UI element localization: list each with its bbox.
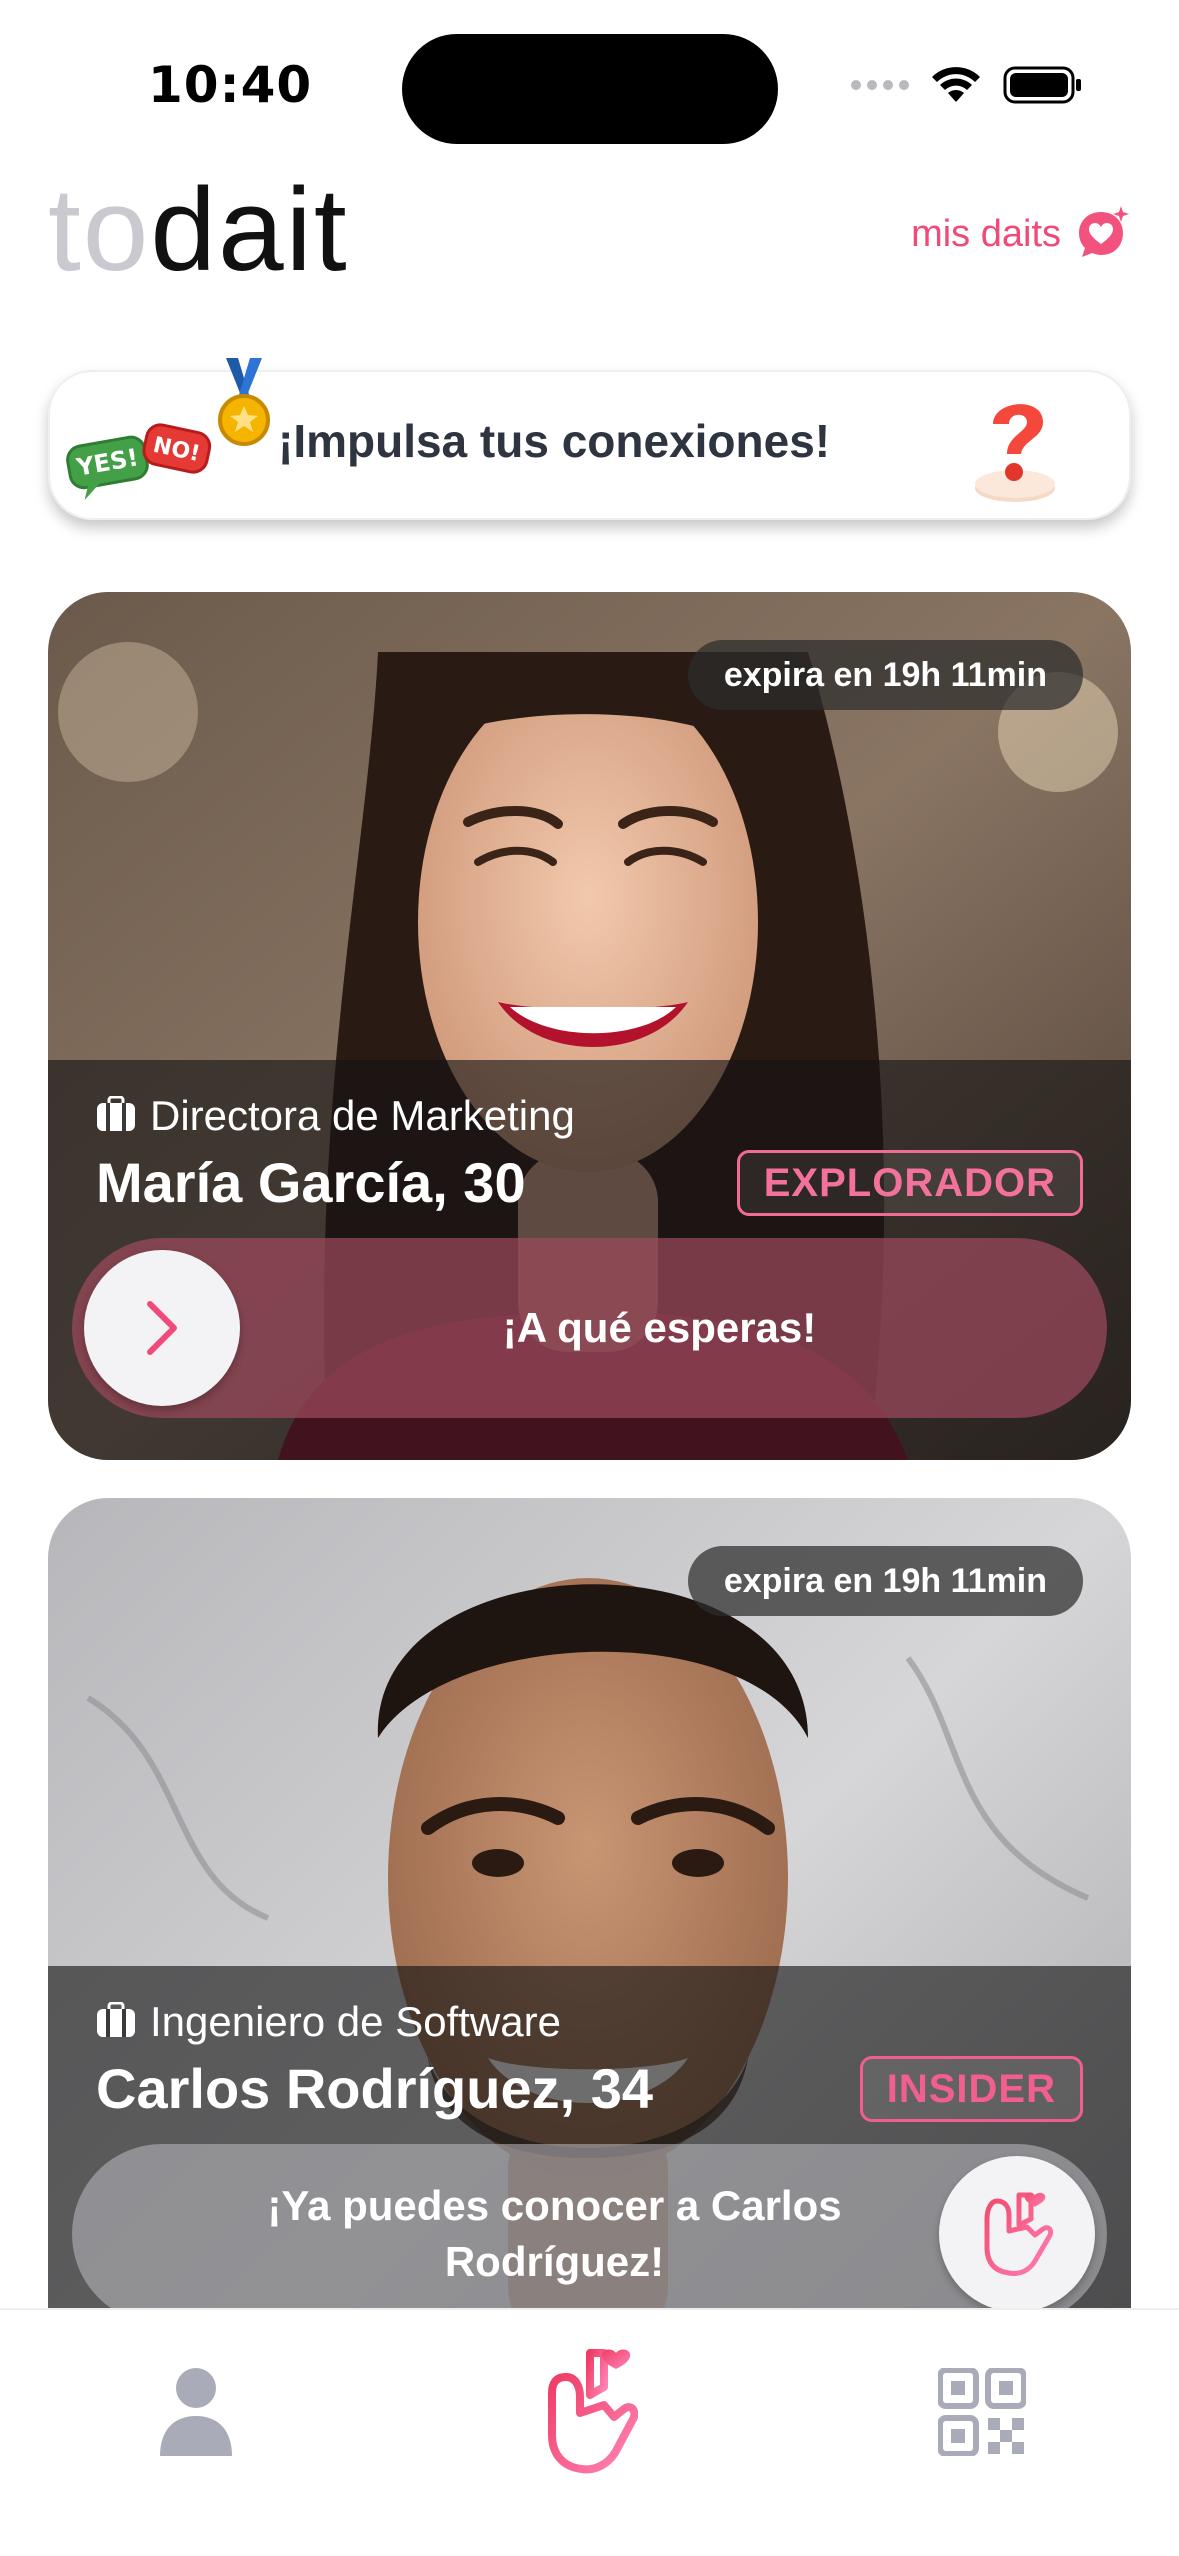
logo-part-dait: dait <box>150 164 349 296</box>
profile-name: Carlos Rodríguez, 34 <box>96 2057 654 2120</box>
swipe-action-slider[interactable]: ¡A qué esperas! <box>72 1238 1107 1418</box>
meet-action-slider[interactable]: ¡Ya puedes conocer a Carlos Rodríguez! <box>72 2144 1107 2324</box>
status-icons <box>851 66 1083 104</box>
battery-icon <box>1003 66 1083 104</box>
bottom-tab-bar <box>0 2308 1179 2556</box>
briefcase-icon <box>96 1095 136 1136</box>
finger-heart-icon <box>548 2349 638 2474</box>
slider-label: ¡Ya puedes conocer a Carlos Rodríguez! <box>267 2182 842 2285</box>
role-row: Directora de Marketing <box>96 1092 575 1140</box>
level-badge: EXPLORADOR <box>736 1150 1083 1216</box>
slider-label: ¡A qué esperas! <box>502 1304 817 1351</box>
tab-profile[interactable] <box>126 2342 266 2482</box>
role-text: Ingeniero de Software <box>150 1998 561 2045</box>
profile-card[interactable]: expira en 19h 11min Directora de Marketi… <box>48 592 1131 1460</box>
status-time: 10:40 <box>148 56 313 114</box>
heart-chat-sparkle-icon <box>1075 204 1131 264</box>
slider-knob[interactable] <box>939 2156 1095 2312</box>
yes-no-bubbles-icon: YES! NO! <box>64 420 214 504</box>
profile-name: María García, 30 <box>96 1151 526 1214</box>
medal-icon <box>208 358 280 458</box>
role-row: Ingeniero de Software <box>96 1998 561 2046</box>
expiry-badge: expira en 19h 11min <box>687 1546 1083 1616</box>
finger-heart-icon <box>984 2192 1054 2276</box>
mis-daits-label: mis daits <box>911 212 1061 255</box>
level-badge: INSIDER <box>859 2056 1083 2122</box>
logo-part-to: to <box>48 164 151 296</box>
tab-daits[interactable] <box>520 2342 660 2482</box>
status-bar: 10:40 <box>0 0 1179 160</box>
todait-logo: todait <box>48 170 349 290</box>
chevron-right-icon <box>147 1301 177 1355</box>
briefcase-icon <box>96 2001 136 2042</box>
dynamic-island <box>402 34 778 144</box>
mis-daits-button[interactable]: mis daits <box>911 204 1131 264</box>
qr-code-icon <box>938 2368 1026 2456</box>
wifi-icon <box>931 66 981 104</box>
question-mark-icon <box>963 388 1073 512</box>
tab-qr-code[interactable] <box>912 2342 1052 2482</box>
app-header: todait mis daits <box>48 170 1131 290</box>
boost-banner-text: ¡Impulsa tus conexiones! <box>278 415 831 467</box>
expiry-badge: expira en 19h 11min <box>687 640 1083 710</box>
cellular-signal-icon <box>851 80 909 90</box>
person-icon <box>160 2368 232 2456</box>
role-text: Directora de Marketing <box>150 1092 575 1139</box>
slider-knob[interactable] <box>84 1250 240 1406</box>
boost-connections-banner[interactable]: YES! NO! ¡Impulsa tus conexiones! <box>48 358 1131 520</box>
profile-info-panel: Directora de Marketing María García, 30 … <box>48 1060 1131 1460</box>
